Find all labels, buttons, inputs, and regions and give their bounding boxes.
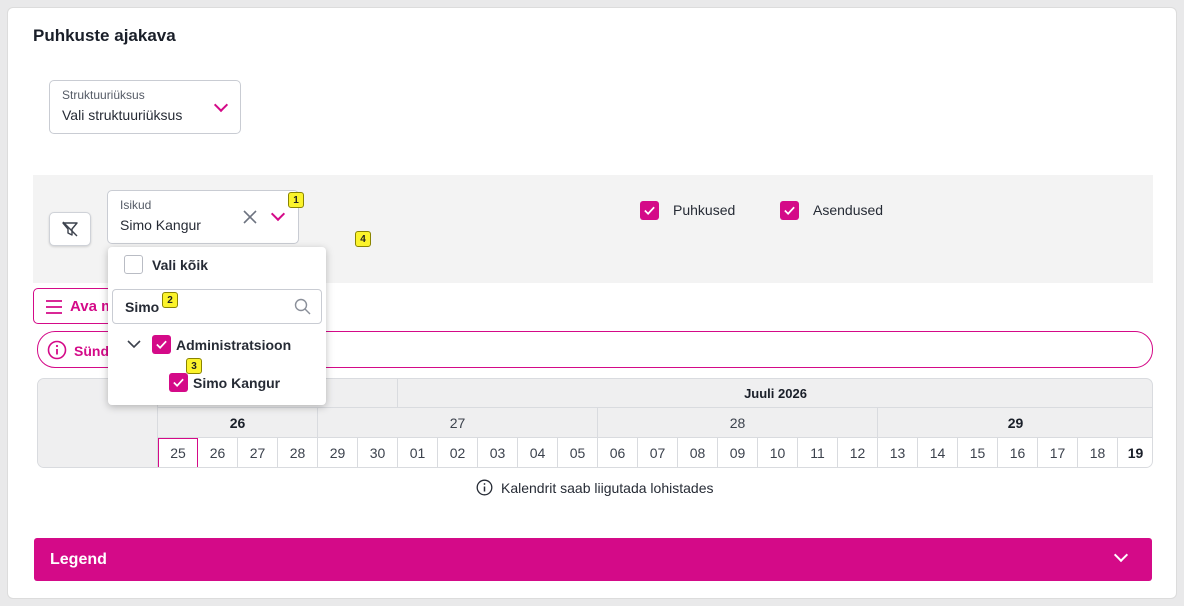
calendar-week-header: 27 — [318, 408, 598, 438]
calendar-day-cell[interactable]: 18 — [1078, 438, 1118, 467]
info-icon — [47, 340, 67, 360]
chevron-down-icon — [213, 97, 229, 113]
calendar-day-cell[interactable]: 25 — [158, 438, 198, 467]
search-icon — [294, 298, 311, 315]
puhkused-label: Puhkused — [673, 202, 736, 218]
calendar-day-cell[interactable]: 10 — [758, 438, 798, 467]
person-checkbox-simo-kangur[interactable] — [169, 373, 188, 392]
calendar-day-cell[interactable]: 13 — [878, 438, 918, 467]
calendar-week-header: 28 — [598, 408, 878, 438]
puhkused-checkbox[interactable] — [640, 201, 659, 220]
calendar-day-cell[interactable]: 28 — [278, 438, 318, 467]
calendar-month-header: Juuli 2026 — [398, 379, 1152, 408]
calendar-day-cell[interactable]: 14 — [918, 438, 958, 467]
persons-select[interactable]: Isikud Simo Kangur — [107, 190, 299, 244]
info-notice-text: Sünd — [74, 343, 109, 359]
annotation-badge-1: 1 — [288, 192, 304, 208]
calendar-day-cell[interactable]: 16 — [998, 438, 1038, 467]
calendar-day-cell[interactable]: 05 — [558, 438, 598, 467]
page-title: Puhkuste ajakava — [33, 26, 176, 45]
persons-dropdown: Vali kõik Simo Administratsioon Simo Kan… — [108, 247, 326, 405]
calendar-day-cell[interactable]: 04 — [518, 438, 558, 467]
calendar-day-cell[interactable]: 07 — [638, 438, 678, 467]
calendar-week-header: 29 — [878, 408, 1152, 438]
annotation-badge-4: 4 — [355, 231, 371, 247]
calendar-day-cell[interactable]: 03 — [478, 438, 518, 467]
open-button[interactable]: Ava m — [33, 288, 117, 324]
legend-title: Legend — [50, 551, 107, 568]
filter-off-icon — [62, 221, 78, 237]
calendar-day-cell[interactable]: 11 — [798, 438, 838, 467]
calendar-day-cell[interactable]: 08 — [678, 438, 718, 467]
calendar-day-cell[interactable]: 26 — [198, 438, 238, 467]
select-all-checkbox[interactable] — [124, 255, 143, 274]
menu-icon — [46, 300, 62, 314]
calendar-day-cell[interactable]: 06 — [598, 438, 638, 467]
unit-select[interactable]: Struktuuriüksus Vali struktuuriüksus — [49, 80, 241, 134]
calendar-day-cell[interactable]: 09 — [718, 438, 758, 467]
persons-select-value: Simo Kangur — [120, 217, 201, 233]
calendar-day-cell[interactable]: 27 — [238, 438, 278, 467]
calendar-day-cell[interactable]: 15 — [958, 438, 998, 467]
calendar-day-cell[interactable]: 29 — [318, 438, 358, 467]
annotation-badge-2: 2 — [162, 292, 178, 308]
calendar-week-header: 26 — [158, 408, 318, 438]
calendar-day-cell[interactable]: 02 — [438, 438, 478, 467]
chevron-down-icon — [1113, 547, 1129, 563]
chevron-down-icon[interactable] — [270, 206, 286, 222]
calendar-hint: Kalendrit saab liigutada lohistades — [476, 479, 713, 496]
calendar-day-cell[interactable]: 17 — [1038, 438, 1078, 467]
unit-select-value: Vali struktuuriüksus — [62, 107, 183, 123]
clear-filters-button[interactable] — [49, 212, 91, 246]
select-all-label: Vali kõik — [152, 257, 209, 273]
calendar-day-cell[interactable]: 12 — [838, 438, 878, 467]
person-label-simo-kangur: Simo Kangur — [193, 375, 281, 391]
legend-accordion[interactable]: Legend — [34, 538, 1152, 581]
calendar-day-cell[interactable]: 01 — [398, 438, 438, 467]
persons-search-input[interactable]: Simo — [112, 289, 322, 324]
calendar-day-cell[interactable]: 30 — [358, 438, 398, 467]
close-icon[interactable] — [243, 210, 257, 224]
persons-select-label: Isikud — [120, 198, 152, 212]
group-checkbox-administratsioon[interactable] — [152, 335, 171, 354]
chevron-down-icon[interactable] — [127, 339, 141, 349]
calendar-hint-text: Kalendrit saab liigutada lohistades — [501, 479, 714, 496]
calendar-day-cell[interactable]: 19 — [1118, 438, 1152, 467]
annotation-badge-3: 3 — [186, 358, 202, 374]
group-label-administratsioon: Administratsioon — [176, 337, 292, 353]
asendused-checkbox[interactable] — [780, 201, 799, 220]
unit-select-label: Struktuuriüksus — [62, 88, 145, 102]
persons-search-value: Simo — [125, 299, 160, 315]
info-icon — [476, 479, 493, 496]
asendused-label: Asendused — [813, 202, 884, 218]
